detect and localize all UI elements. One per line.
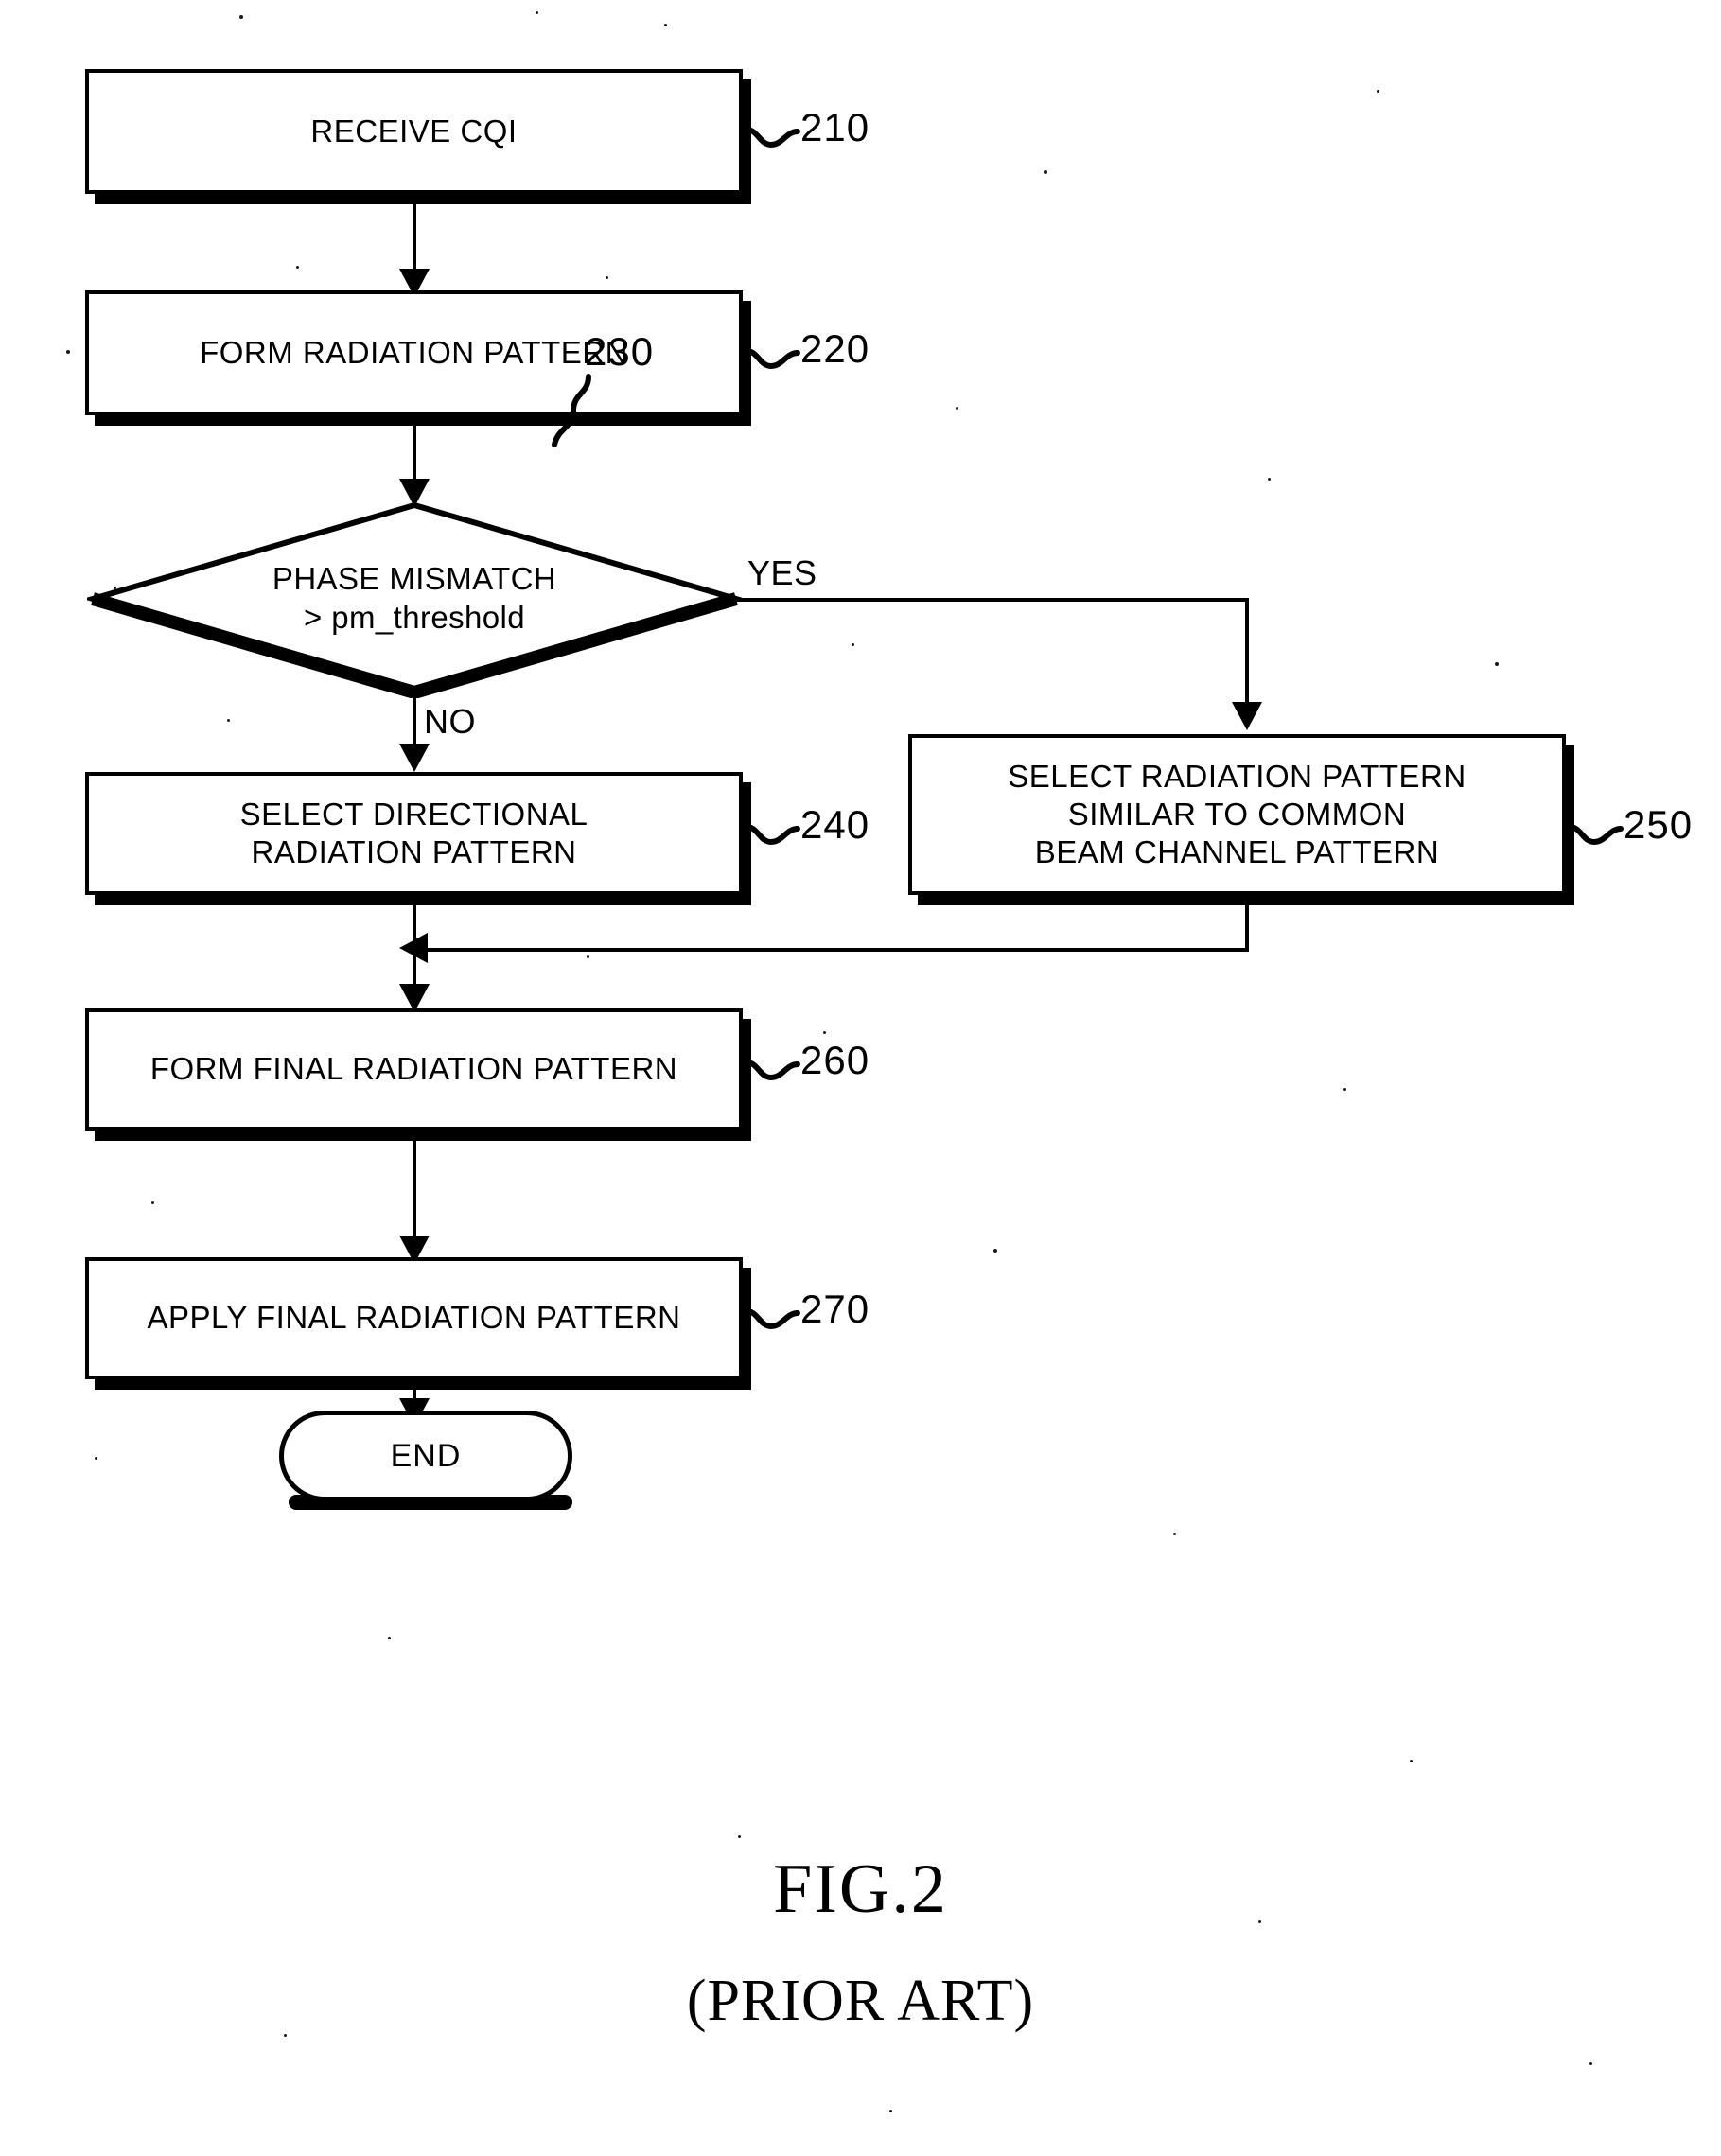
scan-speck (823, 1031, 826, 1034)
scan-speck (227, 719, 230, 722)
ref-leader-270 (744, 1302, 801, 1334)
process-box-250-label-line2: SIMILAR TO COMMON (1067, 796, 1407, 832)
scan-speck (1044, 170, 1047, 174)
scan-speck (587, 955, 589, 958)
scan-speck (1495, 662, 1499, 666)
connector-250-merge-vertical (1245, 905, 1249, 952)
process-box-form-final-radiation-pattern-label: FORM FINAL RADIATION PATTERN (149, 1051, 678, 1087)
ref-leader-220 (744, 342, 801, 374)
process-box-250-label-line1: SELECT RADIATION PATTERN (1008, 758, 1466, 794)
ref-numeral-230: 230 (585, 329, 655, 374)
scan-speck (1377, 90, 1379, 93)
connector-no-arrow (399, 744, 430, 772)
terminator-end[interactable]: END (279, 1411, 572, 1501)
scan-speck (239, 15, 243, 19)
process-box-receive-cqi-label: RECEIVE CQI (310, 113, 518, 149)
connector-yes-vertical (1245, 598, 1249, 704)
scan-speck (993, 1249, 997, 1253)
process-box-form-final-radiation-pattern[interactable]: FORM FINAL RADIATION PATTERN (85, 1008, 743, 1131)
decision-diamond-phase-mismatch[interactable]: PHASE MISMATCH > pm_threshold (87, 500, 742, 698)
scan-speck (606, 276, 608, 279)
scan-speck (956, 407, 958, 410)
ref-numeral-210: 210 (800, 105, 870, 149)
connector-260-to-270-line (413, 1141, 416, 1241)
scan-speck (1410, 1760, 1413, 1762)
patent-figure-canvas: RECEIVE CQI 210 FORM RADIATION PATTERN 2… (0, 0, 1721, 2156)
connector-210-to-220-line (413, 204, 416, 272)
ref-leader-260 (744, 1053, 801, 1085)
figure-caption-subtitle: (PRIOR ART) (686, 1969, 1035, 2033)
process-box-receive-cqi[interactable]: RECEIVE CQI (85, 69, 743, 194)
scan-speck (95, 1457, 97, 1460)
scan-speck (738, 1835, 741, 1838)
process-box-apply-final-radiation-pattern-label: APPLY FINAL RADIATION PATTERN (147, 1300, 681, 1336)
ref-leader-250 (1567, 817, 1624, 850)
scan-speck (889, 2110, 892, 2112)
connector-yes-horizontal (736, 598, 1249, 602)
ref-leader-230 (545, 373, 602, 448)
scan-speck (151, 1201, 154, 1204)
scan-speck (66, 350, 70, 354)
figure-caption-main: FIG.2 (773, 1850, 948, 1928)
branch-label-no: NO (424, 702, 476, 741)
process-box-apply-final-radiation-pattern[interactable]: APPLY FINAL RADIATION PATTERN (85, 1257, 743, 1379)
process-box-select-directional-radiation-pattern[interactable]: SELECT DIRECTIONAL RADIATION PATTERN (85, 772, 743, 895)
scan-speck (1589, 2062, 1592, 2065)
process-box-250-label-line3: BEAM CHANNEL PATTERN (1034, 834, 1440, 870)
process-box-select-radiation-pattern-similar-to-common-beam[interactable]: SELECT RADIATION PATTERN SIMILAR TO COMM… (908, 734, 1566, 895)
process-box-240-label-line2: RADIATION PATTERN (251, 834, 577, 869)
terminator-end-label: END (390, 1437, 462, 1474)
connector-yes-arrow (1232, 702, 1262, 730)
ref-numeral-250: 250 (1624, 802, 1694, 847)
scan-speck (1173, 1533, 1176, 1535)
ref-leader-240 (744, 817, 801, 850)
scan-speck (1268, 478, 1271, 481)
ref-numeral-260: 260 (800, 1038, 870, 1082)
process-box-240-label-line1: SELECT DIRECTIONAL (239, 796, 588, 832)
ref-numeral-270: 270 (800, 1287, 870, 1331)
ref-numeral-220: 220 (800, 326, 870, 371)
scan-speck (1343, 1088, 1346, 1091)
scan-speck (852, 643, 854, 646)
scan-speck (296, 266, 299, 269)
branch-label-yes: YES (747, 553, 817, 592)
scan-speck (664, 24, 667, 26)
connector-250-merge-horizontal (428, 948, 1249, 952)
scan-speck (388, 1637, 391, 1639)
ref-numeral-240: 240 (800, 802, 870, 847)
connector-220-to-230-line (413, 426, 416, 482)
ref-leader-210 (744, 120, 801, 152)
scan-speck (536, 11, 538, 14)
